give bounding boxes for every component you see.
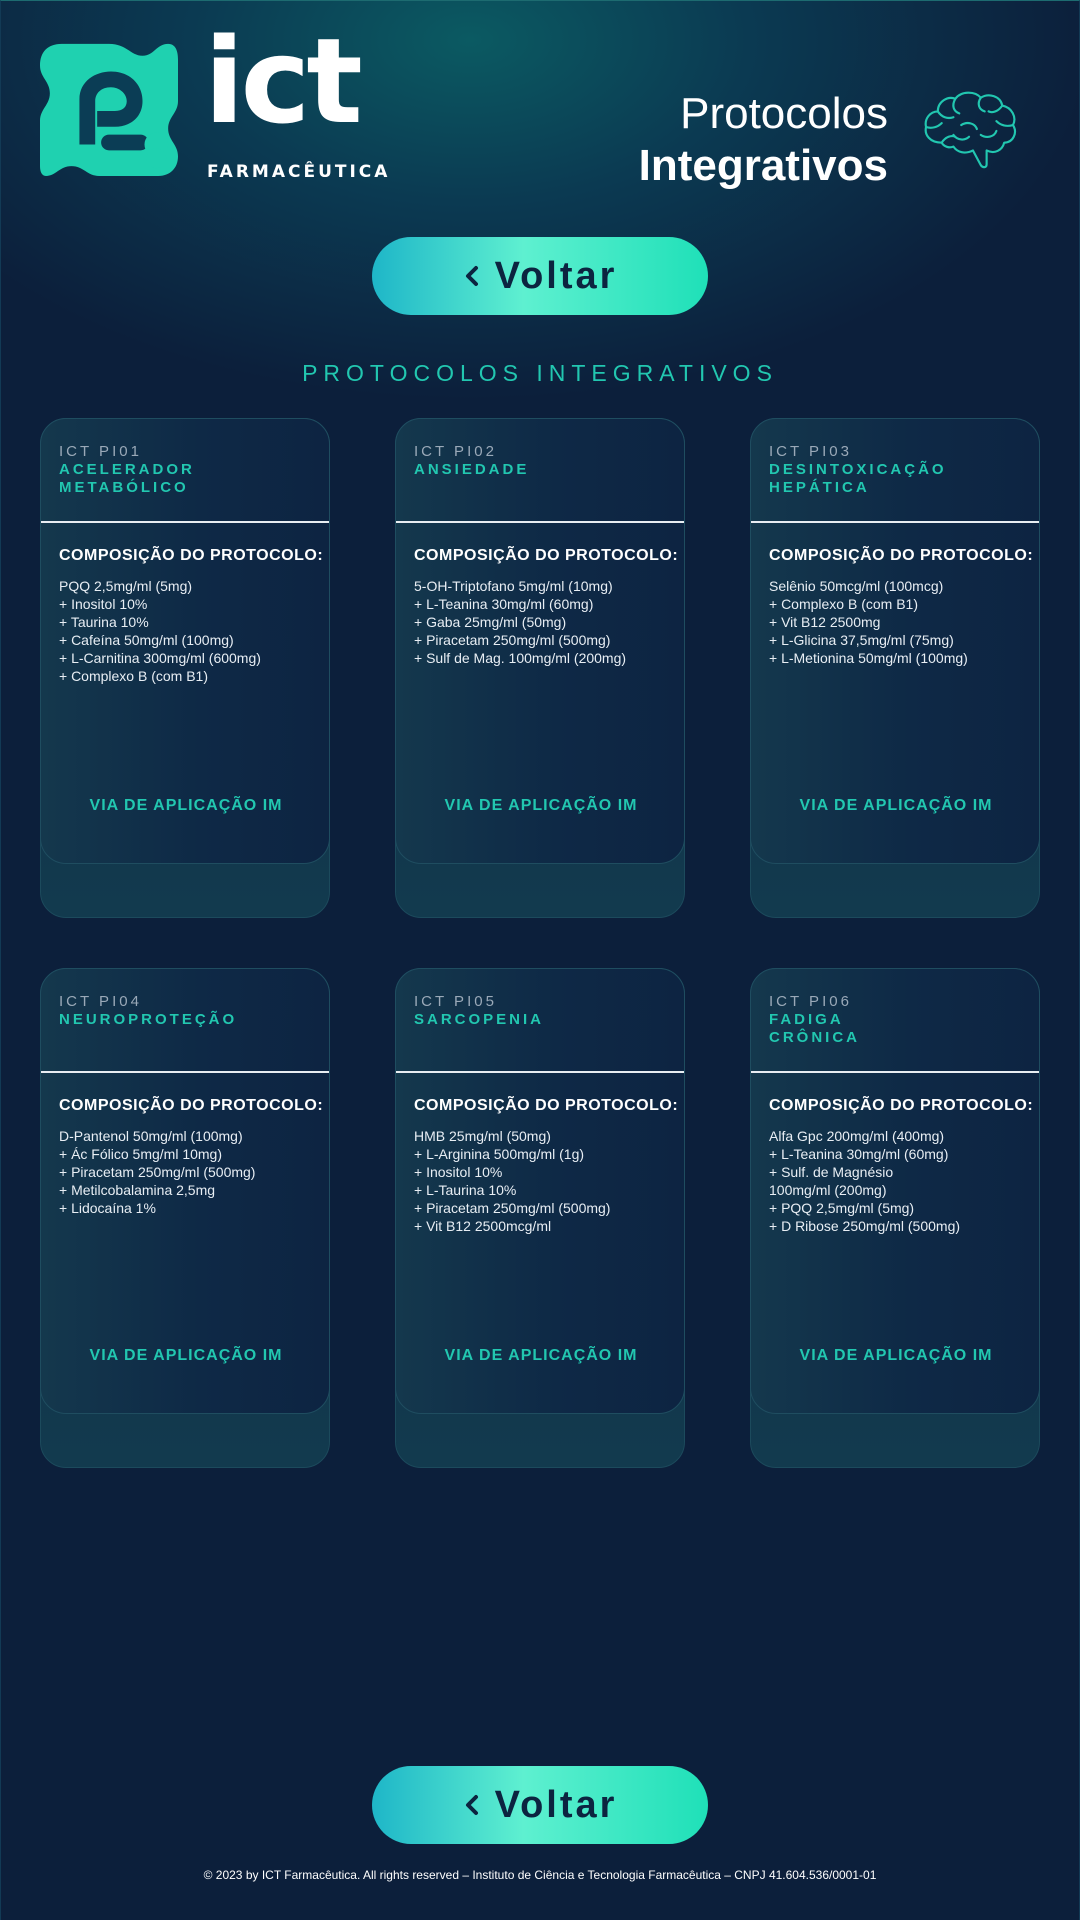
composition-item: + Cafeína 50mg/ml (100mg) — [59, 632, 234, 648]
composition-item: + Lidocaína 1% — [59, 1200, 156, 1216]
card-face: ICT PI05 SARCOPENIA COMPOSIÇÃO DO PROTOC… — [395, 968, 685, 1414]
card-route: VIA DE APLICAÇÃO IM — [799, 797, 993, 814]
card-name: FADIGA CRÔNICA — [769, 1011, 860, 1046]
card-face: ICT PI03 DESINTOXICAÇÃO HEPÁTICA COMPOSI… — [750, 418, 1040, 864]
card-code: ICT PI03 — [769, 443, 852, 460]
composition-item: + Piracetam 250mg/ml (500mg) — [414, 1200, 611, 1216]
card-composition-title: COMPOSIÇÃO DO PROTOCOLO: — [59, 1097, 324, 1114]
card-divider — [751, 1071, 1039, 1073]
composition-list: 5-OH-Triptofano 5mg/ml (10mg) + L-Teanin… — [414, 577, 626, 667]
brain-icon — [924, 91, 1016, 169]
protocol-card-pi02[interactable]: ICT PI02 ANSIEDADE COMPOSIÇÃO DO PROTOCO… — [395, 418, 685, 918]
composition-item: + L-Metionina 50mg/ml (100mg) — [769, 650, 968, 666]
composition-list: Alfa Gpc 200mg/ml (400mg) + L-Teanina 30… — [769, 1127, 960, 1235]
composition-item: + Vit B12 2500mcg/ml — [414, 1218, 552, 1234]
composition-item: + L-Glicina 37,5mg/ml (75mg) — [769, 632, 954, 648]
composition-item: + Piracetam 250mg/ml (500mg) — [414, 632, 611, 648]
card-route: VIA DE APLICAÇÃO IM — [89, 1347, 283, 1364]
card-divider — [396, 1071, 684, 1073]
protocol-card-pi04[interactable]: ICT PI04 NEUROPROTEÇÃO COMPOSIÇÃO DO PRO… — [40, 968, 330, 1468]
composition-list: HMB 25mg/ml (50mg) + L-Arginina 500mg/ml… — [414, 1127, 610, 1235]
composition-item: + Piracetam 250mg/ml (500mg) — [59, 1164, 256, 1180]
card-composition-title: COMPOSIÇÃO DO PROTOCOLO: — [59, 547, 324, 564]
composition-item: + Complexo B (com B1) — [59, 668, 208, 684]
composition-item: + Vit B12 2500mg — [769, 614, 881, 630]
card-name: ANSIEDADE — [414, 461, 530, 478]
card-face: ICT PI04 NEUROPROTEÇÃO COMPOSIÇÃO DO PRO… — [40, 968, 330, 1414]
composition-item: + L-Taurina 10% — [414, 1182, 517, 1198]
composition-item: + PQQ 2,5mg/ml (5mg) — [769, 1200, 915, 1216]
card-code: ICT PI05 — [414, 993, 497, 1010]
back-button-label: Voltar — [494, 1783, 618, 1826]
composition-item: + Metilcobalamina 2,5mg — [59, 1182, 216, 1198]
composition-item: D-Pantenol 50mg/ml (100mg) — [59, 1128, 243, 1144]
card-composition-title: COMPOSIÇÃO DO PROTOCOLO: — [769, 1097, 1034, 1114]
card-route: VIA DE APLICAÇÃO IM — [444, 1347, 638, 1364]
composition-item: + Inositol 10% — [59, 596, 148, 612]
card-face: ICT PI06 FADIGA CRÔNICA COMPOSIÇÃO DO PR… — [750, 968, 1040, 1414]
composition-item: + Gaba 25mg/ml (50mg) — [414, 614, 567, 630]
composition-item: Selênio 50mcg/ml (100mcg) — [769, 578, 944, 594]
back-button-label: Voltar — [494, 254, 618, 297]
card-divider — [751, 521, 1039, 523]
card-code: ICT PI01 — [59, 443, 142, 460]
card-composition-title: COMPOSIÇÃO DO PROTOCOLO: — [414, 1097, 679, 1114]
card-face: ICT PI01 ACELERADOR METABÓLICO COMPOSIÇÃ… — [40, 418, 330, 864]
composition-list: D-Pantenol 50mg/ml (100mg) + Ác Fólico 5… — [59, 1127, 255, 1217]
composition-item: + Sulf de Mag. 100mg/ml (200mg) — [414, 650, 627, 666]
composition-item: PQQ 2,5mg/ml (5mg) — [59, 578, 193, 594]
composition-item: 100mg/ml (200mg) — [769, 1182, 887, 1198]
card-code: ICT PI02 — [414, 443, 497, 460]
composition-item: + Complexo B (com B1) — [769, 596, 918, 612]
card-divider — [396, 521, 684, 523]
logo-subtitle: FARMACÊUTICA — [207, 162, 391, 182]
composition-item: + L-Teanina 30mg/ml (60mg) — [414, 596, 594, 612]
footer-copyright: © 2023 by ICT Farmacêutica. All rights r… — [203, 1868, 877, 1882]
card-name: DESINTOXICAÇÃO HEPÁTICA — [769, 461, 947, 496]
protocol-card-pi01[interactable]: ICT PI01 ACELERADOR METABÓLICO COMPOSIÇÃ… — [40, 418, 330, 918]
card-composition-title: COMPOSIÇÃO DO PROTOCOLO: — [769, 547, 1034, 564]
card-divider — [41, 1071, 329, 1073]
composition-list: PQQ 2,5mg/ml (5mg) + Inositol 10% + Taur… — [59, 577, 261, 685]
protocol-card-pi05[interactable]: ICT PI05 SARCOPENIA COMPOSIÇÃO DO PROTOC… — [395, 968, 685, 1468]
logo-wordmark: ict — [204, 12, 363, 150]
page-title-line1: Protocolos — [680, 89, 888, 138]
protocol-card-pi03[interactable]: ICT PI03 DESINTOXICAÇÃO HEPÁTICA COMPOSI… — [750, 418, 1040, 918]
section-title: PROTOCOLOS INTEGRATIVOS — [302, 360, 778, 386]
chevron-left-icon — [465, 266, 478, 286]
composition-item: + L-Teanina 30mg/ml (60mg) — [769, 1146, 949, 1162]
composition-list: Selênio 50mcg/ml (100mcg) + Complexo B (… — [769, 577, 968, 667]
composition-item: + D Ribose 250mg/ml (500mg) — [769, 1218, 961, 1234]
composition-item: Alfa Gpc 200mg/ml (400mg) — [769, 1128, 945, 1144]
card-name: SARCOPENIA — [414, 1011, 545, 1028]
logo-mark-icon — [40, 43, 178, 176]
composition-item: HMB 25mg/ml (50mg) — [414, 1128, 551, 1144]
composition-item: + Sulf. de Magnésio — [769, 1164, 894, 1180]
card-route: VIA DE APLICAÇÃO IM — [89, 797, 283, 814]
card-composition-title: COMPOSIÇÃO DO PROTOCOLO: — [414, 547, 679, 564]
card-divider — [41, 521, 329, 523]
composition-item: + Ác Fólico 5mg/ml 10mg) — [59, 1146, 222, 1162]
composition-item: + L-Carnitina 300mg/ml (600mg) — [59, 650, 261, 666]
brand-logo[interactable]: ict FARMACÊUTICA — [40, 22, 387, 183]
card-name: NEUROPROTEÇÃO — [59, 1011, 238, 1028]
composition-item: + Inositol 10% — [414, 1164, 503, 1180]
page-title-line2: Integrativos — [638, 141, 888, 190]
card-face: ICT PI02 ANSIEDADE COMPOSIÇÃO DO PROTOCO… — [395, 418, 685, 864]
back-button-bottom[interactable]: Voltar — [372, 1766, 708, 1844]
back-button-top[interactable]: Voltar — [372, 237, 708, 315]
card-route: VIA DE APLICAÇÃO IM — [799, 1347, 993, 1364]
card-route: VIA DE APLICAÇÃO IM — [444, 797, 638, 814]
card-code: ICT PI06 — [769, 993, 852, 1010]
composition-item: + L-Arginina 500mg/ml (1g) — [414, 1146, 585, 1162]
card-name: ACELERADOR METABÓLICO — [59, 461, 195, 496]
page-title: Protocolos Integrativos — [639, 88, 888, 192]
composition-item: + Taurina 10% — [59, 614, 149, 630]
chevron-left-icon — [465, 1795, 478, 1815]
protocol-card-pi06[interactable]: ICT PI06 FADIGA CRÔNICA COMPOSIÇÃO DO PR… — [750, 968, 1040, 1468]
composition-item: 5-OH-Triptofano 5mg/ml (10mg) — [414, 578, 613, 594]
card-code: ICT PI04 — [59, 993, 142, 1010]
